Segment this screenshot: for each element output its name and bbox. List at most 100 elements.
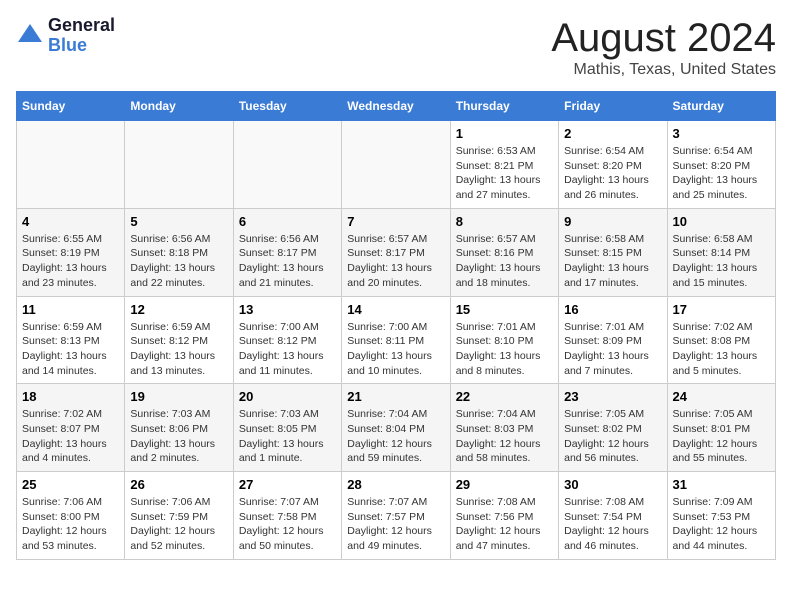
logo: General Blue <box>16 16 115 56</box>
logo-text: General Blue <box>48 16 115 56</box>
calendar-cell: 29 Sunrise: 7:08 AM Sunset: 7:56 PM Dayli… <box>450 472 558 560</box>
day-number: 8 <box>456 214 553 229</box>
calendar-week-row: 4 Sunrise: 6:55 AM Sunset: 8:19 PM Daylig… <box>17 208 776 296</box>
day-number: 1 <box>456 126 553 141</box>
column-header-saturday: Saturday <box>667 92 775 121</box>
day-info: Sunrise: 6:56 AM Sunset: 8:18 PM Dayligh… <box>130 232 227 291</box>
calendar-cell: 26 Sunrise: 7:06 AM Sunset: 7:59 PM Dayli… <box>125 472 233 560</box>
calendar-cell: 2Sunrise: 6:54 AM Sunset: 8:20 PM Daylig… <box>559 121 667 209</box>
column-header-wednesday: Wednesday <box>342 92 450 121</box>
day-number: 31 <box>673 477 770 492</box>
day-number: 14 <box>347 302 444 317</box>
day-info: Sunrise: 6:54 AM Sunset: 8:20 PM Dayligh… <box>673 144 770 203</box>
calendar-cell: 8 Sunrise: 6:57 AM Sunset: 8:16 PM Daylig… <box>450 208 558 296</box>
calendar-cell: 4 Sunrise: 6:55 AM Sunset: 8:19 PM Daylig… <box>17 208 125 296</box>
day-number: 6 <box>239 214 336 229</box>
column-header-monday: Monday <box>125 92 233 121</box>
calendar-cell: 17Sunrise: 7:02 AM Sunset: 8:08 PM Dayli… <box>667 296 775 384</box>
day-number: 19 <box>130 389 227 404</box>
day-info: Sunrise: 7:01 AM Sunset: 8:09 PM Dayligh… <box>564 320 661 379</box>
calendar-cell: 11 Sunrise: 6:59 AM Sunset: 8:13 PM Dayli… <box>17 296 125 384</box>
calendar-cell: 25Sunrise: 7:06 AM Sunset: 8:00 PM Dayli… <box>17 472 125 560</box>
calendar-cell: 20 Sunrise: 7:03 AM Sunset: 8:05 PM Dayli… <box>233 384 341 472</box>
calendar-header-row: SundayMondayTuesdayWednesdayThursdayFrid… <box>17 92 776 121</box>
calendar-title: August 2024 <box>551 16 776 61</box>
day-number: 3 <box>673 126 770 141</box>
calendar-cell: 5 Sunrise: 6:56 AM Sunset: 8:18 PM Daylig… <box>125 208 233 296</box>
calendar-cell <box>342 121 450 209</box>
day-info: Sunrise: 6:55 AM Sunset: 8:19 PM Dayligh… <box>22 232 119 291</box>
day-info: Sunrise: 6:57 AM Sunset: 8:16 PM Dayligh… <box>456 232 553 291</box>
calendar-week-row: 11 Sunrise: 6:59 AM Sunset: 8:13 PM Dayli… <box>17 296 776 384</box>
calendar-cell: 23 Sunrise: 7:05 AM Sunset: 8:02 PM Dayli… <box>559 384 667 472</box>
day-info: Sunrise: 7:05 AM Sunset: 8:02 PM Dayligh… <box>564 407 661 466</box>
day-number: 15 <box>456 302 553 317</box>
day-number: 20 <box>239 389 336 404</box>
calendar-cell: 9 Sunrise: 6:58 AM Sunset: 8:15 PM Daylig… <box>559 208 667 296</box>
day-number: 29 <box>456 477 553 492</box>
day-number: 12 <box>130 302 227 317</box>
day-number: 17 <box>673 302 770 317</box>
calendar-cell <box>125 121 233 209</box>
day-info: Sunrise: 7:03 AM Sunset: 8:05 PM Dayligh… <box>239 407 336 466</box>
day-number: 24 <box>673 389 770 404</box>
day-info: Sunrise: 7:07 AM Sunset: 7:58 PM Dayligh… <box>239 495 336 554</box>
calendar-cell: 27 Sunrise: 7:07 AM Sunset: 7:58 PM Dayli… <box>233 472 341 560</box>
calendar-cell: 22 Sunrise: 7:04 AM Sunset: 8:03 PM Dayli… <box>450 384 558 472</box>
day-info: Sunrise: 7:04 AM Sunset: 8:03 PM Dayligh… <box>456 407 553 466</box>
day-number: 9 <box>564 214 661 229</box>
calendar-cell <box>233 121 341 209</box>
calendar-cell: 13Sunrise: 7:00 AM Sunset: 8:12 PM Dayli… <box>233 296 341 384</box>
calendar-cell: 16 Sunrise: 7:01 AM Sunset: 8:09 PM Dayli… <box>559 296 667 384</box>
day-number: 16 <box>564 302 661 317</box>
calendar-cell: 7Sunrise: 6:57 AM Sunset: 8:17 PM Daylig… <box>342 208 450 296</box>
calendar-cell: 14 Sunrise: 7:00 AM Sunset: 8:11 PM Dayli… <box>342 296 450 384</box>
day-number: 26 <box>130 477 227 492</box>
day-info: Sunrise: 6:58 AM Sunset: 8:15 PM Dayligh… <box>564 232 661 291</box>
calendar-cell: 1 Sunrise: 6:53 AM Sunset: 8:21 PM Daylig… <box>450 121 558 209</box>
day-number: 10 <box>673 214 770 229</box>
calendar-cell <box>17 121 125 209</box>
day-number: 18 <box>22 389 119 404</box>
day-info: Sunrise: 6:58 AM Sunset: 8:14 PM Dayligh… <box>673 232 770 291</box>
day-number: 21 <box>347 389 444 404</box>
day-info: Sunrise: 7:06 AM Sunset: 7:59 PM Dayligh… <box>130 495 227 554</box>
day-number: 5 <box>130 214 227 229</box>
day-info: Sunrise: 7:05 AM Sunset: 8:01 PM Dayligh… <box>673 407 770 466</box>
day-info: Sunrise: 7:02 AM Sunset: 8:07 PM Dayligh… <box>22 407 119 466</box>
day-info: Sunrise: 7:09 AM Sunset: 7:53 PM Dayligh… <box>673 495 770 554</box>
day-number: 23 <box>564 389 661 404</box>
day-info: Sunrise: 6:56 AM Sunset: 8:17 PM Dayligh… <box>239 232 336 291</box>
day-number: 2 <box>564 126 661 141</box>
calendar-cell: 18 Sunrise: 7:02 AM Sunset: 8:07 PM Dayli… <box>17 384 125 472</box>
calendar-cell: 19 Sunrise: 7:03 AM Sunset: 8:06 PM Dayli… <box>125 384 233 472</box>
day-number: 30 <box>564 477 661 492</box>
column-header-sunday: Sunday <box>17 92 125 121</box>
calendar-cell: 15 Sunrise: 7:01 AM Sunset: 8:10 PM Dayli… <box>450 296 558 384</box>
day-info: Sunrise: 7:00 AM Sunset: 8:12 PM Dayligh… <box>239 320 336 379</box>
column-header-thursday: Thursday <box>450 92 558 121</box>
day-number: 4 <box>22 214 119 229</box>
logo-icon <box>16 22 44 50</box>
calendar-week-row: 18 Sunrise: 7:02 AM Sunset: 8:07 PM Dayli… <box>17 384 776 472</box>
day-info: Sunrise: 7:07 AM Sunset: 7:57 PM Dayligh… <box>347 495 444 554</box>
day-number: 22 <box>456 389 553 404</box>
calendar-cell: 21Sunrise: 7:04 AM Sunset: 8:04 PM Dayli… <box>342 384 450 472</box>
day-info: Sunrise: 7:08 AM Sunset: 7:56 PM Dayligh… <box>456 495 553 554</box>
calendar-cell: 3 Sunrise: 6:54 AM Sunset: 8:20 PM Daylig… <box>667 121 775 209</box>
day-number: 27 <box>239 477 336 492</box>
day-info: Sunrise: 6:53 AM Sunset: 8:21 PM Dayligh… <box>456 144 553 203</box>
calendar-cell: 28Sunrise: 7:07 AM Sunset: 7:57 PM Dayli… <box>342 472 450 560</box>
column-header-tuesday: Tuesday <box>233 92 341 121</box>
day-info: Sunrise: 7:01 AM Sunset: 8:10 PM Dayligh… <box>456 320 553 379</box>
day-info: Sunrise: 7:08 AM Sunset: 7:54 PM Dayligh… <box>564 495 661 554</box>
calendar-table: SundayMondayTuesdayWednesdayThursdayFrid… <box>16 91 776 560</box>
day-info: Sunrise: 7:03 AM Sunset: 8:06 PM Dayligh… <box>130 407 227 466</box>
day-info: Sunrise: 7:06 AM Sunset: 8:00 PM Dayligh… <box>22 495 119 554</box>
day-info: Sunrise: 6:59 AM Sunset: 8:13 PM Dayligh… <box>22 320 119 379</box>
calendar-cell: 6 Sunrise: 6:56 AM Sunset: 8:17 PM Daylig… <box>233 208 341 296</box>
day-info: Sunrise: 7:00 AM Sunset: 8:11 PM Dayligh… <box>347 320 444 379</box>
day-number: 11 <box>22 302 119 317</box>
calendar-cell: 30 Sunrise: 7:08 AM Sunset: 7:54 PM Dayli… <box>559 472 667 560</box>
calendar-cell: 31 Sunrise: 7:09 AM Sunset: 7:53 PM Dayli… <box>667 472 775 560</box>
